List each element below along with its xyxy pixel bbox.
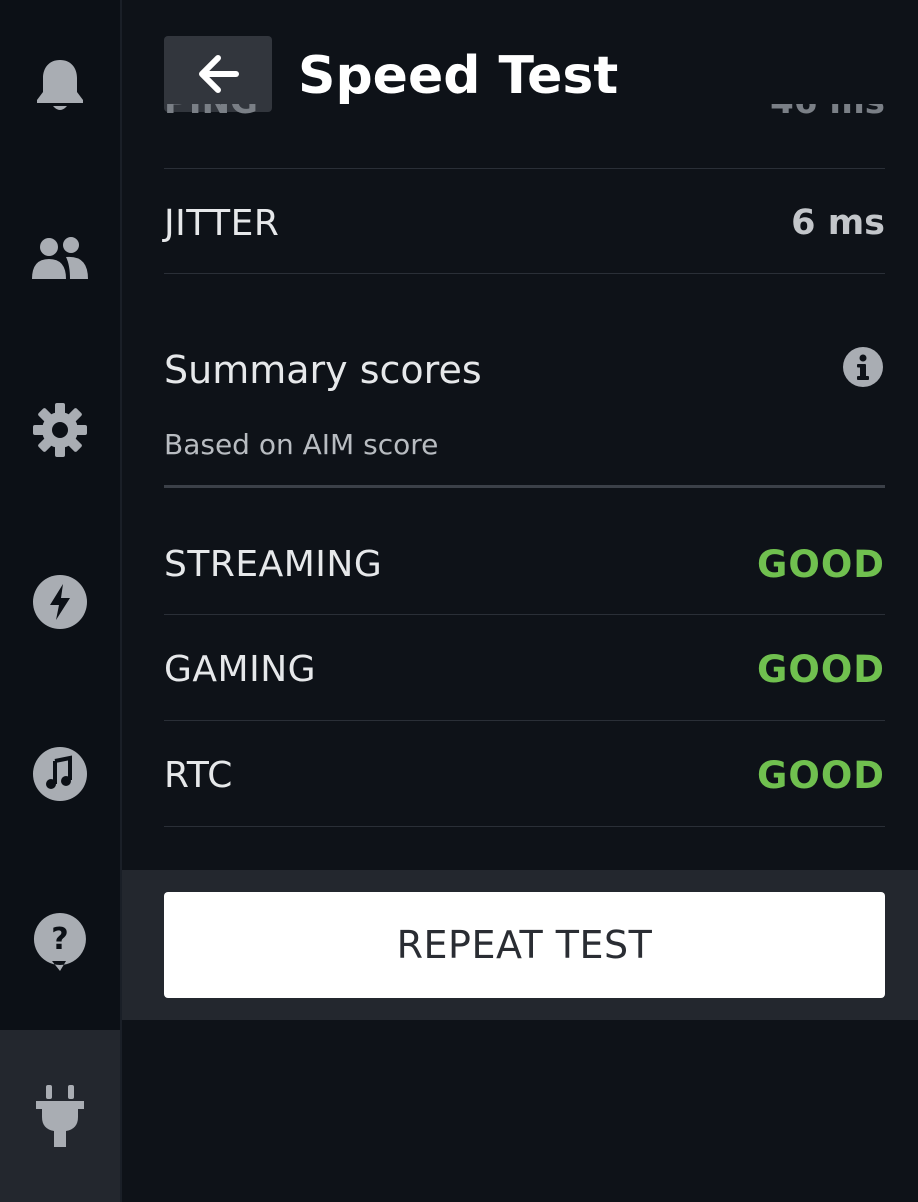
summary-divider [164, 485, 885, 488]
score-label: GAMING [164, 648, 317, 690]
lightning-icon [33, 575, 87, 629]
page-title: Speed Test [298, 46, 619, 106]
info-icon[interactable] [842, 346, 884, 388]
help-icon: ? [33, 913, 86, 971]
gear-icon [33, 403, 87, 457]
jitter-row: JITTER 6 ms [164, 196, 885, 250]
jitter-label: JITTER [164, 202, 280, 244]
ping-row: PING 46 ms [164, 104, 885, 134]
sidebar-item-music[interactable] [0, 724, 120, 824]
sidebar-item-friends[interactable] [0, 208, 120, 308]
friends-icon [32, 237, 88, 279]
score-row-rtc: RTC GOOD [164, 747, 885, 803]
divider [164, 720, 885, 721]
jitter-value: 6 ms [791, 203, 885, 243]
divider [164, 826, 885, 827]
divider [164, 168, 885, 169]
svg-text:?: ? [51, 922, 68, 957]
score-label: RTC [164, 754, 233, 796]
score-row-gaming: GAMING GOOD [164, 641, 885, 697]
ping-label: PING [164, 104, 258, 122]
speed-test-screen: ? Speed Test PING 46 ms JITTER 6 ms [0, 0, 918, 1202]
sidebar-item-connection[interactable] [0, 1030, 120, 1202]
plug-icon [36, 1085, 84, 1147]
score-row-streaming: STREAMING GOOD [164, 536, 885, 592]
bell-icon [37, 60, 83, 110]
score-value: GOOD [757, 542, 885, 586]
score-label: STREAMING [164, 543, 383, 585]
repeat-test-button[interactable]: REPEAT TEST [164, 892, 885, 998]
sidebar-item-notifications[interactable] [0, 36, 120, 136]
score-value: GOOD [757, 647, 885, 691]
ping-value: 46 ms [770, 104, 885, 122]
summary-subtitle: Based on AIM score [164, 428, 439, 461]
divider [164, 273, 885, 274]
music-icon [33, 747, 87, 801]
arrow-left-icon [199, 55, 239, 93]
score-value: GOOD [757, 753, 885, 797]
sidebar: ? [0, 0, 122, 1202]
back-button[interactable] [164, 36, 272, 112]
sidebar-item-settings[interactable] [0, 380, 120, 480]
divider [164, 614, 885, 615]
summary-title: Summary scores [164, 348, 482, 392]
sidebar-item-help[interactable]: ? [0, 892, 120, 992]
sidebar-item-performance[interactable] [0, 552, 120, 652]
